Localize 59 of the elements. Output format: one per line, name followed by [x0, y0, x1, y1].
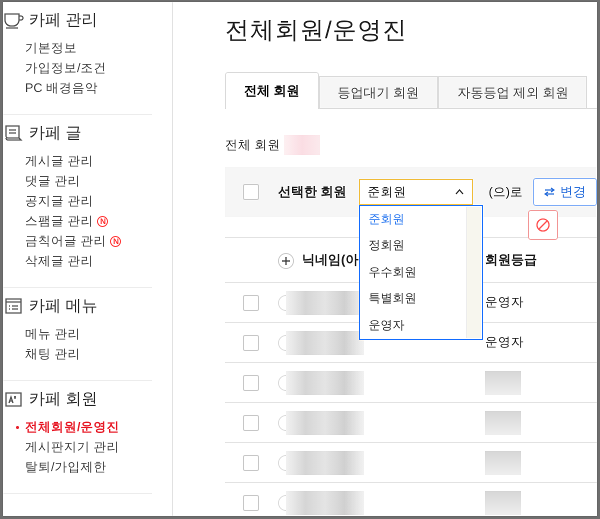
selected-members-label: 선택한 회원: [278, 183, 347, 201]
dropdown-option[interactable]: 우수회원: [360, 259, 466, 286]
grade-select[interactable]: 준회원: [358, 179, 473, 205]
dropdown-option[interactable]: 정회원: [360, 232, 466, 259]
dropdown-option[interactable]: 운영자: [360, 312, 466, 338]
sidebar-item[interactable]: 스팸글 관리: [25, 212, 94, 230]
scrollbar[interactable]: [466, 207, 481, 338]
sidebar-item[interactable]: 채팅 관리: [25, 346, 80, 362]
tab[interactable]: 자동등업 제외 회원: [438, 76, 588, 108]
sidebar-item[interactable]: 공지글 관리: [25, 192, 94, 210]
checkbox[interactable]: [243, 414, 259, 430]
checkbox[interactable]: [243, 454, 259, 470]
checkbox[interactable]: [243, 374, 259, 390]
block-button[interactable]: [528, 210, 558, 240]
sidebar-item[interactable]: 댓글 관리: [25, 172, 80, 190]
sidebar-item[interactable]: 탈퇴/가입제한: [25, 458, 106, 476]
new-badge: N: [97, 216, 108, 226]
sidebar-item[interactable]: 메뉴 관리: [25, 326, 80, 342]
section-title: 카페 메뉴: [29, 296, 98, 316]
plus-icon: [282, 256, 290, 265]
column-header: 닉네임(아: [302, 252, 358, 267]
checkbox[interactable]: [243, 334, 259, 350]
dropdown-option[interactable]: 특별회원: [360, 286, 466, 312]
swap-arrows-icon: [544, 187, 555, 197]
expand-button[interactable]: [278, 252, 294, 269]
blurred-count: [284, 135, 320, 155]
checkbox[interactable]: [243, 494, 259, 510]
blurred-grade: [485, 410, 521, 434]
sidebar-item[interactable]: PC 배경음악: [25, 80, 98, 96]
column-header: 회원등급: [484, 238, 597, 282]
change-button[interactable]: 변경: [532, 178, 597, 206]
table-cell: 운영자: [485, 335, 524, 349]
sidebar-item[interactable]: 게시판지기 관리: [25, 438, 120, 456]
blurred-grade: [485, 490, 521, 514]
prohibited-icon: [536, 218, 550, 232]
caret-up-icon: [454, 189, 464, 195]
member-count-label: 전체 회원: [225, 136, 280, 154]
section-title: 카페 글: [29, 124, 82, 144]
section-title: 카페 회원: [29, 390, 98, 410]
blurred-grade: [485, 450, 521, 474]
sidebar-item[interactable]: 기본정보: [25, 40, 77, 56]
suffix-text: (으)로: [488, 184, 523, 200]
cup-icon: [3, 11, 25, 29]
checkbox[interactable]: [243, 184, 259, 200]
sidebar-item[interactable]: 금칙어글 관리: [25, 232, 106, 250]
dropdown-option[interactable]: 준회원: [360, 206, 466, 232]
sidebar-item[interactable]: 가입정보/조건: [25, 60, 106, 76]
notebook-icon: [3, 124, 25, 142]
sidebar-item[interactable]: 전체회원/운영진: [25, 418, 120, 436]
new-badge: N: [110, 236, 122, 246]
table-cell: 운영자: [485, 295, 524, 309]
blurred-grade: [485, 370, 521, 394]
page-title: 전체회원/운영진: [225, 16, 408, 46]
section-title: 카페 관리: [29, 10, 98, 30]
sidebar-item[interactable]: 삭제글 관리: [25, 252, 94, 270]
sidebar-item[interactable]: 게시글 관리: [25, 152, 94, 170]
tab[interactable]: 등업대기 회원: [318, 76, 438, 108]
tab[interactable]: 전체 회원: [225, 72, 319, 109]
checkbox[interactable]: [243, 294, 259, 310]
